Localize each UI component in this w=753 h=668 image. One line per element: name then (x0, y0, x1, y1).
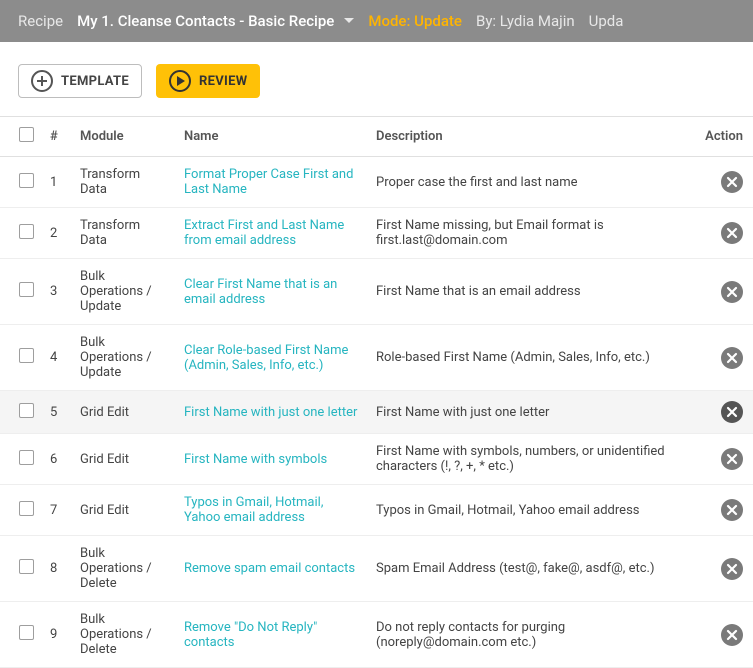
recipe-title-dropdown[interactable]: My 1. Cleanse Contacts - Basic Recipe (77, 12, 354, 30)
row-name-link[interactable]: First Name with symbols (184, 452, 327, 467)
row-num: 3 (42, 259, 72, 325)
row-checkbox[interactable] (19, 173, 34, 188)
col-action: Action (697, 117, 753, 157)
table-row: 1Transform Data Format Proper Case First … (0, 157, 753, 208)
row-num: 5 (42, 391, 72, 434)
row-description: Proper case the first and last name (368, 157, 697, 208)
row-num: 1 (42, 157, 72, 208)
toolbar: TEMPLATE REVIEW (0, 42, 753, 116)
row-module: Bulk Operations / Delete (72, 602, 176, 668)
table-row: 7Grid Edit Typos in Gmail, Hotmail, Yahoo… (0, 485, 753, 536)
row-description: First Name missing, but Email format is … (368, 208, 697, 259)
select-all-checkbox[interactable] (19, 127, 34, 142)
row-description: First Name that is an email address (368, 259, 697, 325)
row-checkbox[interactable] (19, 501, 34, 516)
row-name-link[interactable]: Remove "Do Not Reply" contacts (184, 620, 317, 650)
row-description: Typos in Gmail, Hotmail, Yahoo email add… (368, 485, 697, 536)
row-checkbox[interactable] (19, 559, 34, 574)
row-checkbox[interactable] (19, 348, 34, 363)
row-name-link[interactable]: Clear Role-based First Name (Admin, Sale… (184, 343, 348, 373)
row-description: First Name with symbols, numbers, or uni… (368, 434, 697, 485)
row-checkbox[interactable] (19, 450, 34, 465)
review-button-label: REVIEW (199, 74, 247, 89)
chevron-down-icon (344, 18, 354, 24)
row-module: Transform Data (72, 157, 176, 208)
app-header: Recipe My 1. Cleanse Contacts - Basic Re… (0, 0, 753, 42)
row-name-link[interactable]: Extract First and Last Name from email a… (184, 218, 344, 248)
mode-label: Mode: Update (368, 12, 462, 30)
table-row: 9Bulk Operations / Delete Remove "Do Not … (0, 602, 753, 668)
steps-table: # Module Name Description Action 1Transf… (0, 116, 753, 668)
delete-button[interactable] (721, 401, 743, 423)
row-checkbox[interactable] (19, 625, 34, 640)
row-module: Grid Edit (72, 391, 176, 434)
row-description: First Name with just one letter (368, 391, 697, 434)
row-name-link[interactable]: Clear First Name that is an email addres… (184, 277, 337, 307)
col-description: Description (368, 117, 697, 157)
delete-button[interactable] (721, 624, 743, 646)
table-row: 3Bulk Operations / Update Clear First Nam… (0, 259, 753, 325)
table-row: 5Grid Edit First Name with just one lette… (0, 391, 753, 434)
updated-label: Upda (589, 12, 624, 30)
row-num: 4 (42, 325, 72, 391)
table-row: 4Bulk Operations / Update Clear Role-base… (0, 325, 753, 391)
recipe-title: My 1. Cleanse Contacts - Basic Recipe (77, 12, 334, 30)
row-module: Bulk Operations / Delete (72, 536, 176, 602)
col-num: # (42, 117, 72, 157)
author-label: By: Lydia Majin (476, 12, 575, 30)
row-checkbox[interactable] (19, 282, 34, 297)
col-module: Module (72, 117, 176, 157)
col-name: Name (176, 117, 368, 157)
recipe-label: Recipe (18, 12, 63, 30)
row-description: Spam Email Address (test@, fake@, asdf@,… (368, 536, 697, 602)
delete-button[interactable] (721, 558, 743, 580)
template-button[interactable]: TEMPLATE (18, 64, 142, 98)
row-name-link[interactable]: Typos in Gmail, Hotmail, Yahoo email add… (184, 495, 323, 525)
row-checkbox[interactable] (19, 224, 34, 239)
play-circle-icon (169, 70, 191, 92)
delete-button[interactable] (721, 171, 743, 193)
row-module: Transform Data (72, 208, 176, 259)
row-num: 7 (42, 485, 72, 536)
row-name-link[interactable]: First Name with just one letter (184, 405, 357, 420)
template-button-label: TEMPLATE (61, 74, 129, 89)
delete-button[interactable] (721, 499, 743, 521)
row-module: Bulk Operations / Update (72, 259, 176, 325)
row-module: Grid Edit (72, 434, 176, 485)
delete-button[interactable] (721, 281, 743, 303)
row-name-link[interactable]: Format Proper Case First and Last Name (184, 167, 353, 197)
row-num: 8 (42, 536, 72, 602)
row-name-link[interactable]: Remove spam email contacts (184, 561, 355, 576)
delete-button[interactable] (721, 347, 743, 369)
table-row: 6Grid Edit First Name with symbols First N… (0, 434, 753, 485)
table-row: 8Bulk Operations / Delete Remove spam ema… (0, 536, 753, 602)
row-num: 6 (42, 434, 72, 485)
row-num: 9 (42, 602, 72, 668)
row-module: Grid Edit (72, 485, 176, 536)
delete-button[interactable] (721, 222, 743, 244)
row-description: Do not reply contacts for purging (norep… (368, 602, 697, 668)
row-description: Role-based First Name (Admin, Sales, Inf… (368, 325, 697, 391)
row-module: Bulk Operations / Update (72, 325, 176, 391)
delete-button[interactable] (721, 448, 743, 470)
review-button[interactable]: REVIEW (156, 64, 260, 98)
plus-circle-icon (31, 70, 53, 92)
row-num: 2 (42, 208, 72, 259)
table-row: 2Transform Data Extract First and Last Na… (0, 208, 753, 259)
row-checkbox[interactable] (19, 403, 34, 418)
